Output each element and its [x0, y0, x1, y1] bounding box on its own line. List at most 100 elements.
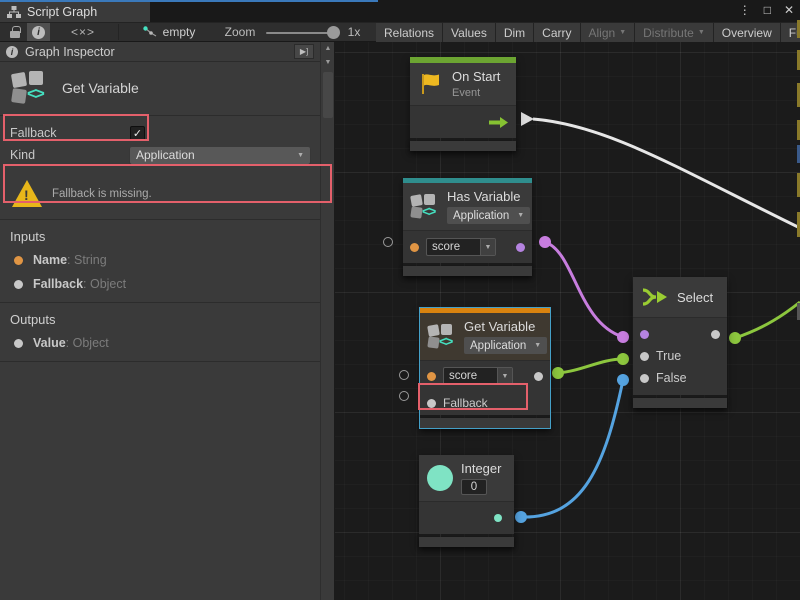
warning-text: Fallback is missing. [52, 188, 152, 200]
outputs-heading: Outputs [0, 303, 320, 331]
node-title: Has Variable [447, 189, 530, 204]
inspector-header: i Graph Inspector ▶] [0, 42, 320, 62]
overview-button[interactable]: Overview [714, 23, 780, 42]
node-title: Integer [461, 461, 501, 476]
wire-endpoint[interactable] [515, 511, 527, 523]
node-select[interactable]: Select True False [633, 277, 727, 408]
name-input-port[interactable] [427, 372, 436, 381]
info-toggle-button[interactable]: i [27, 23, 50, 41]
node-footer [410, 141, 516, 151]
fallback-checkbox[interactable]: ✓ [130, 126, 145, 141]
true-input-port[interactable] [640, 352, 649, 361]
fallback-property-row: Fallback ✓ [0, 122, 320, 144]
value-output-port[interactable] [534, 372, 543, 381]
relations-button[interactable]: Relations [376, 23, 442, 42]
close-icon[interactable]: ✕ [784, 3, 794, 17]
node-footer [633, 398, 727, 408]
variable-name-field[interactable]: score ▼ [443, 367, 513, 385]
graph-hierarchy-icon [7, 6, 21, 18]
divider [0, 361, 320, 362]
menu-icon[interactable]: ⋮ [739, 3, 751, 17]
kind-select[interactable]: Application ▼ [130, 147, 310, 164]
integer-output-port[interactable] [494, 514, 502, 522]
node-integer[interactable]: Integer 0 [419, 455, 514, 547]
unconnected-port[interactable] [383, 237, 393, 247]
kind-dropdown[interactable]: Application ▼ [464, 337, 547, 354]
graph-toolbar: i <×> empty Zoom 1x Relations Values Dim… [0, 22, 800, 42]
bool-output-port[interactable] [516, 243, 525, 252]
kind-property-label: Kind [10, 148, 130, 162]
name-port-dot [14, 256, 23, 265]
tab-script-graph[interactable]: Script Graph [0, 2, 150, 22]
unconnected-port[interactable] [399, 391, 409, 401]
integer-value-field[interactable]: 0 [461, 479, 487, 495]
condition-input-port[interactable] [640, 330, 649, 339]
zoom-value: 1x [344, 23, 364, 41]
code-icon: <×> [71, 25, 95, 39]
wire-endpoint[interactable] [552, 367, 564, 379]
lock-button[interactable] [4, 23, 26, 41]
graph-breadcrumb[interactable]: empty [134, 23, 204, 41]
node-has-variable[interactable]: <> Has Variable Application ▼ score ▼ [403, 178, 532, 276]
dock-icon[interactable]: ▶] [294, 44, 314, 59]
maximize-icon[interactable]: □ [764, 3, 771, 17]
chevron-down-icon: ▼ [485, 244, 492, 251]
wire-select-out[interactable] [735, 302, 800, 338]
node-on-start[interactable]: On Start Event [410, 57, 516, 151]
fallback-property-label: Fallback [10, 126, 130, 140]
tab-title: Script Graph [27, 5, 97, 19]
variable-icon: <> [428, 324, 456, 350]
wire-hasvariable[interactable] [545, 242, 623, 337]
title-bar: Script Graph ⋮ □ ✕ [0, 0, 800, 22]
fallback-port-dot [14, 280, 23, 289]
wire-getvariable[interactable] [558, 359, 623, 373]
false-input-port[interactable] [640, 374, 649, 383]
code-preview-button[interactable]: <×> [60, 23, 106, 41]
graph-canvas[interactable]: On Start Event <> Has Variable [335, 42, 800, 600]
scrollbar-thumb[interactable] [323, 72, 333, 118]
zoom-slider-knob[interactable] [327, 26, 340, 39]
node-footer [403, 266, 532, 276]
control-output-port[interactable] [521, 112, 534, 126]
value-port-dot [14, 339, 23, 348]
variable-picker-button[interactable]: ▼ [480, 239, 495, 255]
inspector-scrollbar[interactable]: ▲ ▼ [320, 42, 334, 600]
wire-endpoint[interactable] [617, 374, 629, 386]
input-port-row: Name: String [0, 248, 320, 272]
node-get-variable[interactable]: <> Get Variable Application ▼ score ▼ [420, 308, 550, 428]
graph-inspector-panel: i Graph Inspector ▶] <> Get Variable Fal… [0, 42, 320, 600]
input-port-row: Fallback: Object [0, 272, 320, 296]
variable-picker-button[interactable]: ▼ [497, 368, 512, 384]
distribute-button: Distribute▼ [635, 23, 713, 42]
zoom-label: Zoom [222, 23, 258, 41]
wire-endpoint[interactable] [539, 236, 551, 248]
scroll-down-icon[interactable]: ▼ [321, 56, 335, 70]
wire-endpoint[interactable] [617, 331, 629, 343]
dim-button[interactable]: Dim [496, 23, 533, 42]
chevron-down-icon: ▼ [698, 29, 705, 36]
unconnected-port[interactable] [399, 370, 409, 380]
name-input-port[interactable] [410, 243, 419, 252]
node-footer [419, 537, 514, 547]
control-flow-icon[interactable] [487, 116, 509, 129]
select-merge-icon [641, 287, 669, 307]
node-footer [420, 418, 550, 428]
wire-onstart[interactable] [533, 119, 800, 228]
warning-icon: ! [12, 180, 42, 207]
fallback-input-port[interactable] [427, 399, 436, 408]
toolbar-separator [118, 24, 119, 40]
inspector-title: Graph Inspector [25, 45, 115, 59]
scroll-up-icon[interactable]: ▲ [321, 42, 335, 56]
wire-endpoint[interactable] [617, 353, 629, 365]
lock-icon [10, 31, 20, 38]
toolbar-buttons: Relations Values Dim Carry Align▼ Distri… [376, 23, 800, 42]
inspected-unit-title: Get Variable [62, 80, 139, 96]
false-port-label: False [656, 371, 687, 385]
warning-message: ! Fallback is missing. [0, 176, 320, 211]
wire-endpoint[interactable] [729, 332, 741, 344]
variable-name-field[interactable]: score ▼ [426, 238, 496, 256]
selection-output-port[interactable] [711, 330, 720, 339]
carry-button[interactable]: Carry [534, 23, 579, 42]
kind-dropdown[interactable]: Application ▼ [447, 207, 530, 224]
values-button[interactable]: Values [443, 23, 495, 42]
